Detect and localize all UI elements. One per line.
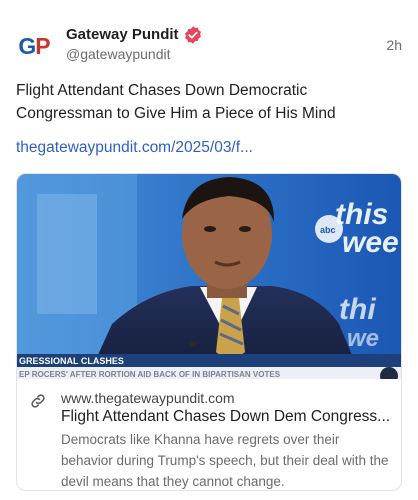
- chyron-headline: GRESSIONAL CLASHES: [19, 356, 124, 366]
- card-domain: www.thegatewaypundit.com: [61, 390, 235, 406]
- card-title[interactable]: Flight Attendant Chases Down Dem Congres…: [61, 408, 391, 426]
- avatar-letter-p: P: [35, 32, 50, 59]
- avatar[interactable]: GP: [14, 26, 54, 66]
- chyron-ticker: EP ROCERS' AFTER RORTION AID BACK OF IN …: [19, 370, 281, 379]
- avatar-letter-g: G: [18, 32, 36, 59]
- card-description: Democrats like Khanna have regrets over …: [61, 432, 389, 489]
- network-logo: abc: [320, 225, 336, 235]
- card-image[interactable]: abc this wee thi we GRESSIONAL CLASHES E…: [17, 174, 402, 379]
- link-preview-card[interactable]: abc this wee thi we GRESSIONAL CLASHES E…: [16, 173, 402, 491]
- post-link[interactable]: thegatewaypundit.com/2025/03/f...: [16, 139, 253, 157]
- show-logo-text-2: wee: [342, 226, 399, 259]
- avatar-logo: GP: [18, 32, 50, 60]
- link-icon: [31, 394, 45, 408]
- author-handle[interactable]: @gatewaypundit: [66, 46, 171, 62]
- social-post: GP Gateway Pundit @gatewaypundit 2h Flig…: [0, 0, 418, 500]
- card-meta[interactable]: www.thegatewaypundit.com Flight Attendan…: [17, 379, 401, 490]
- post-timestamp[interactable]: 2h: [386, 37, 402, 53]
- author-name[interactable]: Gateway Pundit: [66, 26, 179, 43]
- show-logo-text-4: we: [347, 325, 379, 352]
- post-text: Flight Attendant Chases Down Democratic …: [16, 82, 336, 122]
- verified-badge-icon: [185, 26, 201, 44]
- show-logo-text-3: thi: [339, 293, 376, 326]
